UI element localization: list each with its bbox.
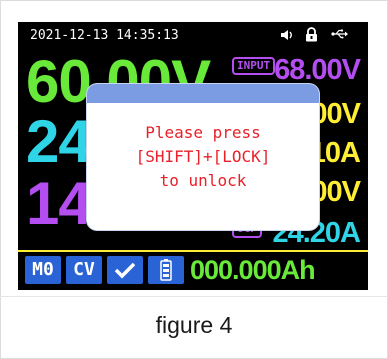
status-bar: 2021-12-13 14:35:13 [18, 22, 368, 48]
unlock-dialog: Please press [SHIFT]+[LOCK] to unlock [87, 84, 319, 230]
dialog-line-3: to unlock [159, 171, 247, 190]
divider [18, 250, 368, 252]
battery-indicator [148, 256, 184, 284]
dialog-line-1: Please press [145, 123, 261, 142]
output-status-indicator [107, 256, 143, 284]
cv-mode-indicator: CV [66, 256, 102, 284]
dialog-header [87, 84, 319, 103]
figure-caption: figure 4 [155, 312, 233, 338]
datetime: 2021-12-13 14:35:13 [30, 28, 179, 43]
output-power: 14 [26, 170, 92, 237]
speaker-icon [281, 30, 292, 40]
dialog-line-2: [SHIFT]+[LOCK] [135, 147, 271, 166]
memory-mode-indicator: M0 [25, 256, 61, 284]
lock-icon [306, 27, 317, 42]
dialog-message: Please press [SHIFT]+[LOCK] to unlock [87, 103, 319, 193]
check-icon [114, 262, 136, 279]
caption-separator [0, 296, 388, 297]
input-voltage: 68.00V [274, 54, 361, 86]
energy-counter: 000.000Ah [190, 255, 316, 285]
output-current: 24 [26, 108, 92, 175]
usb-icon [331, 29, 348, 39]
input-tag: INPUT [232, 57, 276, 75]
device-screen: 2021-12-13 14:35:13 60.00V 24 14 INPUT 6… [18, 22, 368, 290]
bottom-bar: M0 CV 000.000Ah [18, 256, 368, 286]
battery-icon [160, 259, 172, 281]
